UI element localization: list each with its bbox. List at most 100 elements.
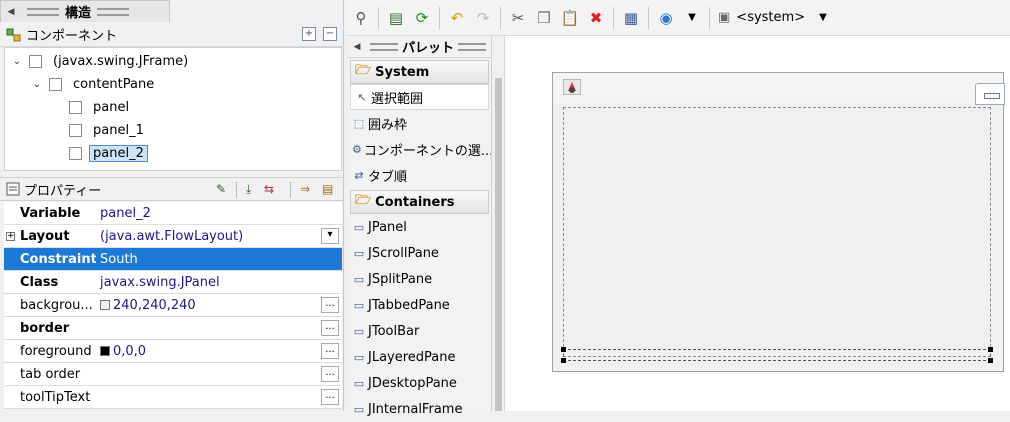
chevron-down-icon[interactable]: ▼ [681,7,703,29]
cut-icon[interactable]: ✂ [507,7,529,29]
resize-handle[interactable] [561,347,566,352]
properties-title: プロパティー [24,183,102,199]
resize-handle[interactable] [988,347,993,352]
look-and-feel-value: <system> [736,10,806,25]
drag-grip-icon[interactable] [97,7,130,16]
palette-item[interactable]: ▭ JPanel [348,214,491,240]
palette-category-containers[interactable]: 🗁 Containers [350,190,489,214]
test-preview-icon[interactable]: ⚲ [350,7,372,29]
convert-local-field-icon[interactable]: ⇆ [264,182,274,196]
panel-icon [49,77,62,91]
property-row[interactable]: backgrou... 240,240,240... [4,294,342,317]
palette-tab[interactable]: ◀ パレット [348,36,491,58]
tree-node-label: panel_2 [89,144,148,162]
component-tree[interactable]: ⌄ (javax.swing.JFrame) ⌄ contentPane pan… [4,47,342,171]
property-name: tab order [20,366,81,382]
drag-grip-icon[interactable] [27,7,59,16]
property-value[interactable]: 240,240,240 [96,298,342,313]
switch-to-source-icon[interactable]: ▤ [385,7,407,29]
tab-collapse-arrow-icon[interactable]: ◀ [348,42,366,52]
restore-default-icon[interactable]: ▤ [322,182,333,196]
goto-definition-icon[interactable]: ⤓ [246,182,251,197]
structure-tab[interactable]: ◀ 構造 [0,0,170,22]
expand-plus-icon[interactable]: + [6,232,15,241]
palette-item[interactable]: ▭ JToolBar [348,318,491,344]
property-value[interactable]: javax.swing.JPanel [96,275,342,290]
redo-icon[interactable]: ↷ [472,7,494,29]
collapse-all-button[interactable]: − [323,27,337,41]
palette-item-label: コンポーネントの選... [363,143,491,159]
toolbar-separator [613,6,614,29]
tab-collapse-arrow-icon[interactable]: ◀ [1,7,21,17]
property-edit-button[interactable]: ... [321,343,339,359]
palette-item-label: タブ順 [368,169,408,185]
property-row[interactable]: border... [4,317,342,340]
tree-node-panel[interactable]: panel [69,96,133,118]
palette-item[interactable]: ▭ JScrollPane [348,240,491,266]
tree-node-label: panel_1 [93,122,144,138]
properties-icon [6,182,20,196]
property-value-text: panel_2 [100,205,151,221]
property-row[interactable]: Class javax.swing.JPanel [4,271,342,294]
frame-titlebar[interactable] [553,73,1005,105]
property-row[interactable]: + Layout (java.awt.FlowLayout) ▾ [4,225,342,248]
color-swatch [100,346,110,356]
palette-item[interactable]: ▭ JTabbedPane [348,292,491,318]
palette-category-system[interactable]: 🗁 System [350,60,489,84]
palette-item[interactable]: ▭ JDesktopPane [348,370,491,396]
components-icon [6,28,21,41]
tree-node-panel-1[interactable]: panel_1 [69,119,148,141]
property-edit-button[interactable]: ... [321,320,339,336]
property-edit-button[interactable]: ... [321,366,339,382]
toolbar-separator [500,6,501,29]
expand-all-button[interactable]: + [302,27,316,41]
undo-icon[interactable]: ↶ [446,7,468,29]
property-row[interactable]: tab order... [4,363,342,386]
tree-node-contentpane[interactable]: ⌄ contentPane [31,73,158,95]
property-row[interactable]: foreground 0,0,0... [4,340,342,363]
palette-item[interactable]: ▭ JLayeredPane [348,344,491,370]
property-row[interactable]: ConstraintsSouth [4,248,342,271]
chevron-down-icon[interactable]: ▼ [819,12,827,23]
minimize-button[interactable] [975,83,1005,105]
property-value[interactable]: 0,0,0 [96,344,342,359]
tree-node-panel-2[interactable]: panel_2 [69,142,148,164]
show-advanced-icon[interactable]: ⇒ [300,182,310,196]
copy-icon[interactable]: ❐ [533,7,555,29]
drag-grip-icon[interactable] [458,42,487,51]
look-and-feel-selector[interactable]: ▣ <system> ▼ [718,10,827,25]
show-events-icon[interactable]: ✎ [216,182,226,196]
property-edit-button[interactable]: ▾ [321,228,339,244]
tree-node-jframe[interactable]: ⌄ (javax.swing.JFrame) [11,50,192,72]
components-title: コンポーネント [26,29,118,44]
property-value[interactable]: (java.awt.FlowLayout) [96,229,342,244]
chevron-down-icon[interactable]: ⌄ [11,56,23,67]
chevron-down-icon[interactable]: ⌄ [31,79,43,90]
globe-icon[interactable]: ◉ [655,7,677,29]
scrollbar-thumb[interactable] [495,78,502,411]
palette-item[interactable]: ▭ JInternalFrame [348,396,491,422]
paste-icon[interactable]: 📋 [559,7,581,29]
resize-handle[interactable] [561,358,566,363]
property-edit-button[interactable]: ... [321,389,339,405]
property-edit-button[interactable]: ... [321,297,339,313]
property-row[interactable]: Variable panel_2 [4,202,342,225]
palette-item[interactable]: ▭ JSplitPane [348,266,491,292]
property-value-text: 240,240,240 [113,297,196,313]
palette-item[interactable]: ↖ 選択範囲 [350,84,489,110]
externalize-strings-icon[interactable]: ▦ [620,7,642,29]
palette-item[interactable]: ⬚ 囲み枠 [348,110,491,136]
palette-item[interactable]: ⇄ タブ順 [348,162,491,188]
panel-2-selected-outline[interactable] [561,347,993,363]
property-value[interactable]: South [96,252,342,267]
refresh-icon[interactable]: ⟳ [411,7,433,29]
content-pane-outline[interactable] [563,107,991,357]
palette-item[interactable]: ⚙ コンポーネントの選... [348,136,491,162]
drag-grip-icon[interactable] [370,42,398,51]
property-row[interactable]: toolTipText... [4,386,342,409]
delete-icon[interactable]: ✖ [585,7,607,29]
resize-handle[interactable] [988,358,993,363]
design-canvas[interactable] [504,36,1010,411]
property-value[interactable]: panel_2 [96,206,342,221]
palette-scrollbar[interactable] [492,78,504,411]
